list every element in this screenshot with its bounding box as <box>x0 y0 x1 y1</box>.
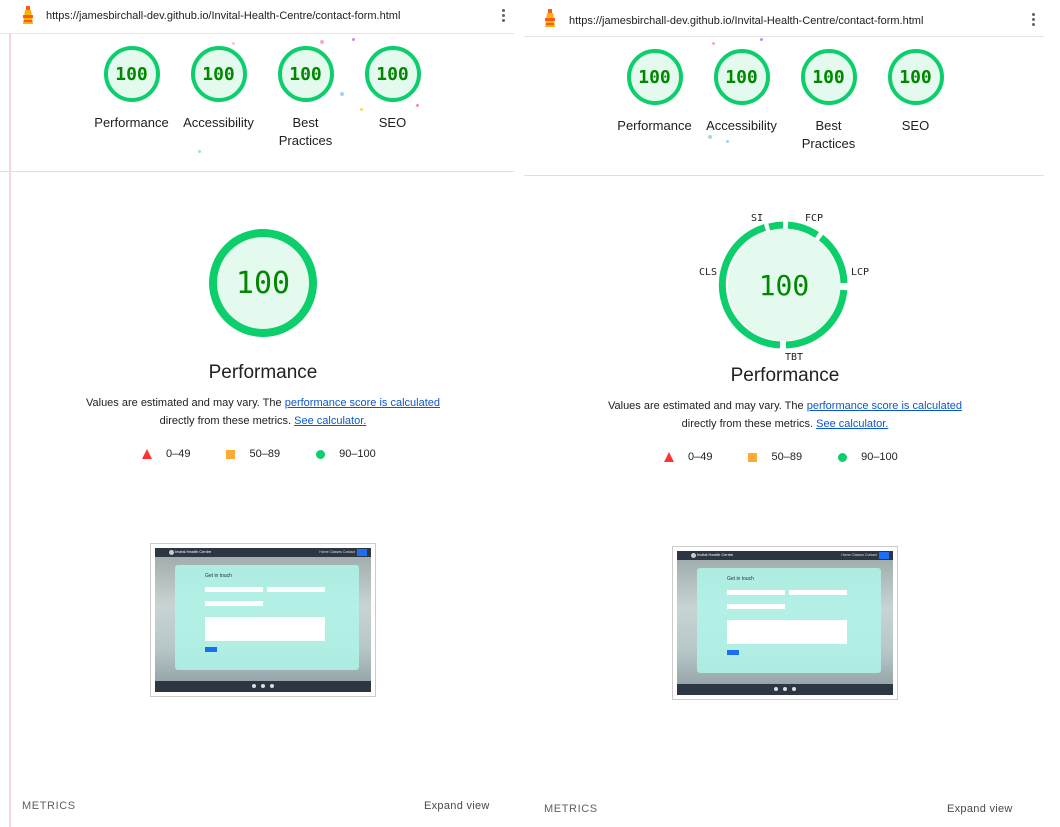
page-url[interactable]: https://jamesbirchall-dev.github.io/Invi… <box>46 10 400 22</box>
more-options-icon[interactable] <box>498 8 508 26</box>
legend-average: 50–89 <box>226 448 280 460</box>
confetti-dot <box>360 108 363 111</box>
lighthouse-icon <box>545 9 555 27</box>
performance-score-link[interactable]: performance score is calculated <box>807 400 962 412</box>
right-url-bar: https://jamesbirchall-dev.github.io/Invi… <box>524 0 1044 37</box>
triangle-icon <box>142 449 152 459</box>
gauge-performance[interactable]: 100 Performance <box>611 49 698 153</box>
expand-view-toggle[interactable]: Expand view <box>947 803 1013 815</box>
final-screenshot-thumbnail[interactable]: Invital Health Centre Home Classes Contac… <box>150 543 376 697</box>
gauge-seo[interactable]: 100 SEO <box>872 49 959 153</box>
metric-label-cls: CLS <box>699 267 718 278</box>
confetti-dot <box>726 140 729 143</box>
confetti-dot <box>416 104 419 107</box>
circle-icon <box>316 449 326 459</box>
category-gauges: 100 Performance 100 Accessibility 100 Be… <box>611 49 959 153</box>
gauge-performance[interactable]: 100 Performance <box>88 46 175 150</box>
see-calculator-link[interactable]: See calculator. <box>294 415 366 427</box>
square-icon <box>226 449 236 459</box>
left-url-bar: https://jamesbirchall-dev.github.io/Invi… <box>0 0 514 34</box>
confetti-dot <box>352 38 355 41</box>
final-screenshot-thumbnail[interactable]: Invital Health Centre Home Classes Contac… <box>672 546 898 700</box>
lighthouse-icon <box>23 6 33 24</box>
performance-score-link[interactable]: performance score is calculated <box>285 397 440 409</box>
triangle-icon <box>664 452 674 462</box>
confetti-dot <box>712 42 715 45</box>
legend-average: 50–89 <box>748 451 802 463</box>
confetti-dot <box>198 150 201 153</box>
see-calculator-link[interactable]: See calculator. <box>816 418 888 430</box>
legend-pass: 90–100 <box>838 451 898 463</box>
legend-pass: 90–100 <box>316 448 376 460</box>
category-gauges: 100 Performance 100 Accessibility 100 Be… <box>88 46 436 150</box>
left-divider <box>9 0 11 827</box>
gauge-best-practices[interactable]: 100 Best Practices <box>785 49 872 153</box>
confetti-dot <box>760 38 763 41</box>
gauge-seo[interactable]: 100 SEO <box>349 46 436 150</box>
gauge-accessibility[interactable]: 100 Accessibility <box>175 46 262 150</box>
confetti-dot <box>708 135 712 139</box>
more-options-icon[interactable] <box>1028 12 1038 30</box>
metric-label-fcp: FCP <box>805 213 824 224</box>
confetti-dot <box>340 92 344 96</box>
metric-label-lcp: LCP <box>851 267 870 278</box>
score-legend: 0–49 50–89 90–100 <box>664 451 934 463</box>
confetti-dot <box>232 42 235 45</box>
performance-title: Performance <box>730 365 840 386</box>
performance-score: 100 <box>758 269 810 302</box>
confetti-dot <box>320 40 324 44</box>
legend-fail: 0–49 <box>142 448 190 460</box>
circle-icon <box>838 452 848 462</box>
metrics-heading: METRICS <box>544 803 598 815</box>
metric-label-si: SI <box>751 213 764 224</box>
comparison-stage: https://jamesbirchall-dev.github.io/Invi… <box>0 0 1060 827</box>
expand-view-toggle[interactable]: Expand view <box>424 800 490 812</box>
score-legend: 0–49 50–89 90–100 <box>142 448 412 460</box>
score-description: Values are estimated and may vary. The p… <box>85 397 440 427</box>
gauge-best-practices[interactable]: 100 Best Practices <box>262 46 349 150</box>
right-report: https://jamesbirchall-dev.github.io/Invi… <box>524 0 1044 827</box>
square-icon <box>748 452 758 462</box>
legend-fail: 0–49 <box>664 451 712 463</box>
performance-gauge-large: 100 <box>209 229 317 337</box>
left-report: https://jamesbirchall-dev.github.io/Invi… <box>0 0 514 827</box>
metric-label-tbt: TBT <box>785 352 804 363</box>
page-url[interactable]: https://jamesbirchall-dev.github.io/Invi… <box>569 15 923 27</box>
performance-title: Performance <box>208 362 318 383</box>
header-divider <box>524 175 1044 176</box>
score-description: Values are estimated and may vary. The p… <box>607 400 962 430</box>
header-divider <box>0 171 514 172</box>
metrics-heading: METRICS <box>22 800 76 812</box>
